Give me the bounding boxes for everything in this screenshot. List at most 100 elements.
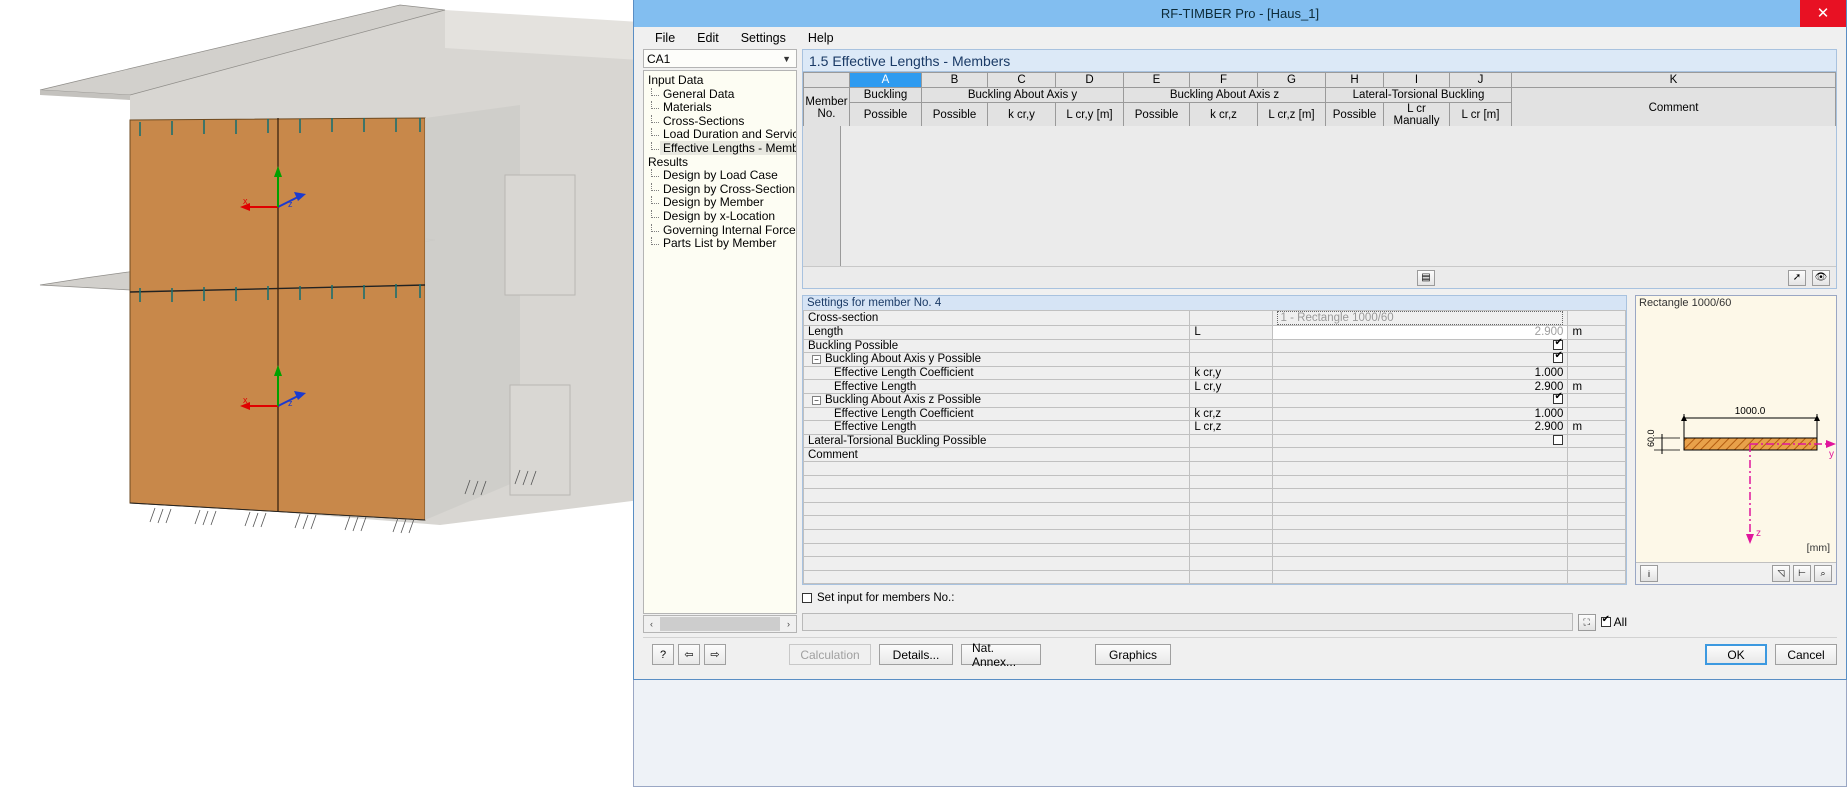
tree-item-general-data[interactable]: General Data	[646, 87, 796, 102]
details-button[interactable]: Details...	[879, 644, 953, 665]
settings-row[interactable]: Cross-section 1 - Rectangle 1000/60	[802, 310, 1626, 326]
menu-item-help[interactable]: Help	[799, 29, 843, 47]
settings-label-text: Lateral-Torsional Buckling Possible	[808, 435, 987, 448]
navigation-tree[interactable]: Input Data General Data Materials Cross-Sec…	[643, 70, 797, 614]
settings-row[interactable]: Comment	[802, 447, 1626, 462]
settings-unit: m	[1567, 420, 1626, 435]
scroll-thumb[interactable]	[660, 617, 780, 631]
scroll-right-icon[interactable]: ›	[781, 619, 796, 629]
set-input-members-field[interactable]	[802, 613, 1573, 631]
graphics-button[interactable]: Graphics	[1095, 644, 1171, 665]
tree-item-label: Load Duration and Service Clas	[663, 127, 796, 142]
rotate-section-icon[interactable]: ⊢	[1793, 565, 1811, 582]
filler-cell	[1189, 528, 1273, 544]
filler-cell	[802, 569, 1191, 585]
column-header-K[interactable]: K	[1511, 72, 1836, 88]
design-case-combo[interactable]: CA1 ▼	[643, 49, 797, 68]
settings-label-text: Effective Length Coefficient	[834, 407, 974, 420]
settings-value-buckling-about-axis-z-possible[interactable]	[1271, 391, 1569, 408]
tree-item-cross-sections[interactable]: Cross-Sections	[646, 114, 796, 129]
import-icon[interactable]: ⇦	[678, 644, 700, 665]
settings-label-cross-section: Cross-section	[802, 310, 1191, 326]
settings-row[interactable]: Lateral-Torsional Buckling Possible	[802, 433, 1626, 449]
tree-item-effective-lengths-members[interactable]: Effective Lengths - Members	[646, 140, 796, 156]
settings-label-effective-length-coefficient: Effective Length Coefficient	[802, 406, 1191, 422]
settings-checkbox[interactable]	[1553, 391, 1564, 405]
tree-item-label: Parts List by Member	[663, 236, 777, 251]
filler-cell	[1271, 528, 1569, 544]
column-header-E[interactable]: E	[1123, 72, 1190, 88]
close-button[interactable]: ✕	[1800, 0, 1846, 27]
section-view-icon[interactable]: ◹	[1772, 565, 1790, 582]
info-icon[interactable]: i	[1640, 565, 1658, 582]
settings-value-cross-section[interactable]: 1 - Rectangle 1000/60	[1271, 310, 1569, 326]
pick-members-icon[interactable]: ⛶	[1577, 613, 1596, 631]
settings-rows: Cross-section 1 - Rectangle 1000/60 Length…	[802, 310, 1626, 585]
tree-item-design-by-cross-section[interactable]: Design by Cross-Section	[646, 182, 796, 197]
tree-horizontal-scrollbar[interactable]: ‹ ›	[643, 615, 797, 633]
column-header-F[interactable]: F	[1189, 72, 1258, 88]
column-header-B[interactable]: B	[921, 72, 988, 88]
settings-row[interactable]: − Buckling About Axis z Possible	[802, 391, 1626, 408]
help-icon[interactable]: ?	[652, 644, 674, 665]
tree-item-design-by-x-location[interactable]: Design by x-Location	[646, 209, 796, 224]
tree-item-input-data[interactable]: Input Data	[646, 73, 796, 88]
settings-checkbox[interactable]	[1553, 435, 1564, 446]
zoom-section-icon[interactable]: ⌕	[1814, 565, 1832, 582]
view-mode-icon[interactable]: 👁	[1812, 269, 1830, 286]
column-header-J[interactable]: J	[1449, 72, 1512, 88]
tree-item-design-by-load-case[interactable]: Design by Load Case	[646, 168, 796, 183]
calculation-button[interactable]: Calculation	[789, 644, 871, 665]
settings-row[interactable]: Buckling Possible	[802, 337, 1626, 354]
tree-item-governing-internal-forces-by-m[interactable]: Governing Internal Forces by M	[646, 223, 796, 238]
settings-value-comment[interactable]	[1271, 447, 1569, 462]
settings-checkbox[interactable]	[1553, 350, 1564, 364]
pick-member-icon[interactable]: ➚	[1788, 269, 1806, 286]
column-header-I[interactable]: I	[1383, 72, 1450, 88]
export-icon[interactable]: ⇨	[704, 644, 726, 665]
settings-value-buckling-about-axis-y-possible[interactable]	[1271, 350, 1569, 367]
scroll-left-icon[interactable]: ‹	[644, 619, 659, 629]
menu-item-file[interactable]: File	[646, 29, 684, 47]
filler-cell	[1189, 542, 1273, 558]
settings-row[interactable]: Length L 2.900 m	[802, 325, 1626, 340]
table-export-icon[interactable]: ▤	[1417, 269, 1435, 286]
settings-checkbox[interactable]	[1553, 337, 1564, 350]
members-grid[interactable]: A B C D E F G H I J K Member No. Bucklin…	[802, 71, 1837, 289]
settings-row[interactable]: Effective Length L cr,y 2.900 m	[802, 379, 1626, 394]
collapse-icon[interactable]: −	[812, 396, 821, 406]
settings-value-buckling-possible[interactable]	[1271, 337, 1569, 354]
menu-item-settings[interactable]: Settings	[732, 29, 795, 47]
tree-item-results[interactable]: Results	[646, 155, 796, 170]
settings-value-effective-length-coefficient[interactable]: 1.000	[1271, 365, 1569, 381]
column-header-D[interactable]: D	[1055, 72, 1124, 88]
header-comment: Comment	[1511, 87, 1836, 128]
column-header-C[interactable]: C	[987, 72, 1056, 88]
column-header-A[interactable]: A	[849, 72, 922, 88]
grid-empty-area[interactable]	[803, 126, 1836, 266]
settings-value-effective-length[interactable]: 2.900	[1271, 420, 1569, 435]
tree-item-materials[interactable]: Materials	[646, 100, 796, 115]
tree-item-load-duration-and-service-clas[interactable]: Load Duration and Service Clas	[646, 128, 796, 142]
settings-row[interactable]: − Buckling About Axis y Possible	[802, 350, 1626, 367]
settings-value-effective-length-coefficient[interactable]: 1.000	[1271, 406, 1569, 422]
set-input-checkbox[interactable]	[802, 593, 812, 603]
settings-value-effective-length[interactable]: 2.900	[1271, 379, 1569, 394]
filler-cell	[1567, 528, 1626, 544]
tree-item-design-by-member[interactable]: Design by Member	[646, 196, 796, 210]
settings-row[interactable]: Effective Length L cr,z 2.900 m	[802, 420, 1626, 435]
collapse-icon[interactable]: −	[812, 355, 821, 365]
menu-bar: File Edit Settings Help	[634, 27, 1846, 49]
ok-button[interactable]: OK	[1705, 644, 1767, 665]
cancel-button[interactable]: Cancel	[1775, 644, 1837, 665]
model-viewport[interactable]: x z x z	[0, 0, 640, 787]
all-checkbox[interactable]	[1600, 614, 1611, 627]
column-header-H[interactable]: H	[1325, 72, 1384, 88]
settings-row[interactable]: Effective Length Coefficient k cr,z 1.000	[802, 406, 1626, 422]
settings-value-lateral-torsional-buckling-possible[interactable]	[1271, 433, 1569, 449]
column-header-G[interactable]: G	[1257, 72, 1326, 88]
tree-item-parts-list-by-member[interactable]: Parts List by Member	[646, 236, 796, 251]
menu-item-edit[interactable]: Edit	[688, 29, 728, 47]
nat-annex-button[interactable]: Nat. Annex...	[961, 641, 1041, 669]
settings-row[interactable]: Effective Length Coefficient k cr,y 1.000	[802, 365, 1626, 381]
